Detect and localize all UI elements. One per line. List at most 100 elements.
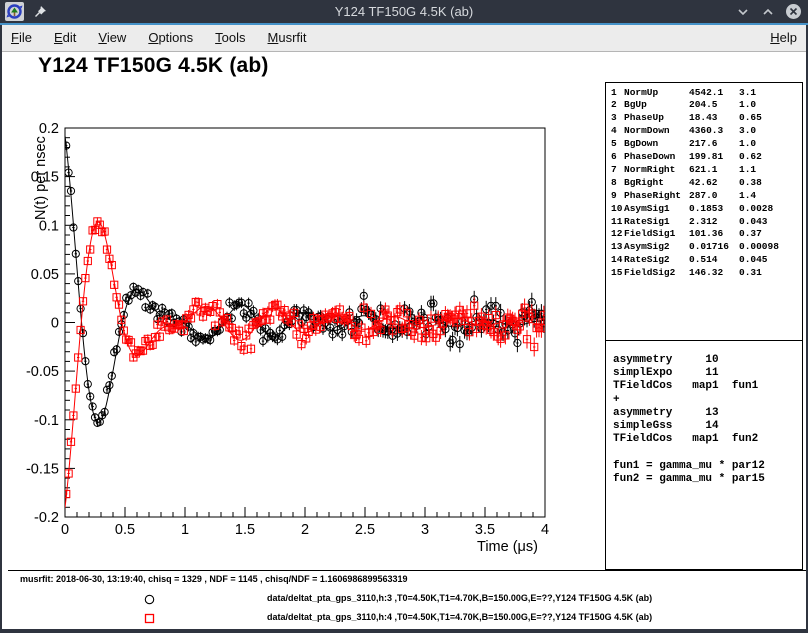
parameter-row: 8 BgRight 42.62 0.38 [606, 177, 802, 190]
param-name: NormDown [624, 125, 670, 136]
svg-text:Time (μs): Time (μs) [477, 539, 538, 555]
param-value: 18.43 [689, 112, 718, 123]
parameter-row: 9PhaseRight287.01.4 [606, 190, 802, 203]
param-value: 0.1853 [689, 203, 723, 214]
legend-label: data/deltat_pta_gps_3110,h:3 ,T0=4.50K,T… [267, 593, 652, 603]
param-error: 1.4 [739, 190, 756, 201]
param-number: 3 [611, 112, 617, 123]
param-number: 13 [611, 241, 622, 252]
parameter-row: 10AsymSig1 0.1853 0.0028 [606, 203, 802, 216]
theory-panel: asymmetry 10 simplExpo 11 TFieldCos map1… [605, 341, 803, 570]
param-error: 0.38 [739, 177, 762, 188]
parameter-row: 4NormDown4360.33.0 [606, 125, 802, 138]
parameter-row: 12FieldSig1 101.36 0.37 [606, 228, 802, 241]
param-error: 0.043 [739, 216, 768, 227]
param-name: AsymSig1 [624, 203, 670, 214]
param-value: 4360.3 [689, 125, 723, 136]
theory-text: asymmetry 10 simplExpo 11 TFieldCos map1… [613, 354, 765, 486]
legend-entry: data/deltat_pta_gps_3110,h:3 ,T0=4.50K,T… [0, 592, 808, 604]
param-error: 0.65 [739, 112, 762, 123]
fit-info-line: musrfit: 2018-06-30, 13:19:40, chisq = 1… [20, 574, 407, 584]
window-border-left [0, 25, 2, 629]
param-value: 204.5 [689, 99, 718, 110]
svg-text:0.05: 0.05 [31, 267, 59, 283]
parameter-row: 6 PhaseDown 199.81 0.62 [606, 151, 802, 164]
menu-item-tools[interactable]: Tools [204, 25, 256, 52]
param-value: 0.514 [689, 254, 718, 265]
legend-label: data/deltat_pta_gps_3110,h:4 ,T0=4.50K,T… [267, 612, 652, 622]
param-error: 1.0 [739, 138, 756, 149]
param-name: PhaseDown [624, 151, 675, 162]
param-number: 8 [611, 177, 617, 188]
svg-text:2.5: 2.5 [355, 522, 375, 538]
param-number: 15 [611, 267, 622, 278]
param-number: 10 [611, 203, 622, 214]
parameter-row: 15FieldSig2146.320.31 [606, 267, 802, 280]
legend-entry: data/deltat_pta_gps_3110,h:4 ,T0=4.50K,T… [0, 611, 808, 623]
param-number: 12 [611, 228, 622, 239]
param-name: FieldSig2 [624, 267, 675, 278]
app-window: Y124 TF150G 4.5K (ab) FileEditViewOption… [0, 0, 808, 633]
param-error: 3.1 [739, 87, 756, 98]
parameter-row: 1NormUp4542.13.1 [606, 87, 802, 100]
param-name: RateSig1 [624, 216, 670, 227]
param-name: BgUp [624, 99, 647, 110]
window-border-bottom [0, 629, 808, 633]
param-value: 146.32 [689, 267, 723, 278]
minimize-button[interactable] [734, 3, 752, 21]
footer-separator-line [8, 570, 806, 571]
titlebar[interactable]: Y124 TF150G 4.5K (ab) [0, 0, 808, 23]
menu-item-help[interactable]: Help [759, 25, 808, 52]
param-error: 0.37 [739, 228, 762, 239]
menu-item-musrfit[interactable]: Musrfit [257, 25, 318, 52]
param-value: 101.36 [689, 228, 723, 239]
param-number: 2 [611, 99, 617, 110]
param-number: 4 [611, 125, 617, 136]
parameter-row: 2 BgUp 204.5 1.0 [606, 99, 802, 112]
param-name: BgRight [624, 177, 664, 188]
menu-item-edit[interactable]: Edit [43, 25, 87, 52]
param-value: 0.01716 [689, 241, 729, 252]
param-number: 6 [611, 151, 617, 162]
param-name: NormRight [624, 164, 675, 175]
svg-text:0.5: 0.5 [115, 522, 135, 538]
menu-item-view[interactable]: View [87, 25, 137, 52]
param-number: 7 [611, 164, 617, 175]
svg-text:3: 3 [421, 522, 429, 538]
param-name: PhaseRight [624, 190, 681, 201]
param-error: 1.0 [739, 99, 756, 110]
param-value: 621.1 [689, 164, 718, 175]
svg-text:1.5: 1.5 [235, 522, 255, 538]
parameter-row: 13AsymSig20.017160.00098 [606, 241, 802, 254]
svg-text:N(t) per nsec: N(t) per nsec [33, 136, 49, 220]
menubar: FileEditViewOptionsToolsMusrfit Help [0, 25, 808, 52]
param-value: 199.81 [689, 151, 723, 162]
param-number: 14 [611, 254, 622, 265]
param-value: 287.0 [689, 190, 718, 201]
menu-item-file[interactable]: File [0, 25, 43, 52]
param-number: 1 [611, 87, 617, 98]
svg-text:-0.05: -0.05 [26, 364, 59, 380]
param-error: 1.1 [739, 164, 756, 175]
svg-text:0: 0 [51, 316, 59, 332]
param-error: 0.62 [739, 151, 762, 162]
close-button[interactable] [784, 3, 802, 21]
param-name: RateSig2 [624, 254, 670, 265]
menu-item-options[interactable]: Options [137, 25, 204, 52]
param-value: 217.6 [689, 138, 718, 149]
svg-text:-0.2: -0.2 [34, 510, 59, 526]
window-title: Y124 TF150G 4.5K (ab) [0, 0, 808, 23]
root-canvas[interactable]: Y124 TF150G 4.5K (ab) 00.511.522.533.540… [0, 52, 808, 629]
param-value: 2.312 [689, 216, 718, 227]
svg-text:2: 2 [301, 522, 309, 538]
param-error: 0.0028 [739, 203, 773, 214]
param-error: 0.045 [739, 254, 768, 265]
param-error: 0.00098 [739, 241, 779, 252]
param-name: FieldSig1 [624, 228, 675, 239]
svg-text:4: 4 [541, 522, 549, 538]
legend-marker-open-square-icon [144, 611, 155, 622]
maximize-button[interactable] [759, 3, 777, 21]
parameter-row: 14RateSig2 0.514 0.045 [606, 254, 802, 267]
param-name: PhaseUp [624, 112, 664, 123]
param-value: 42.62 [689, 177, 718, 188]
